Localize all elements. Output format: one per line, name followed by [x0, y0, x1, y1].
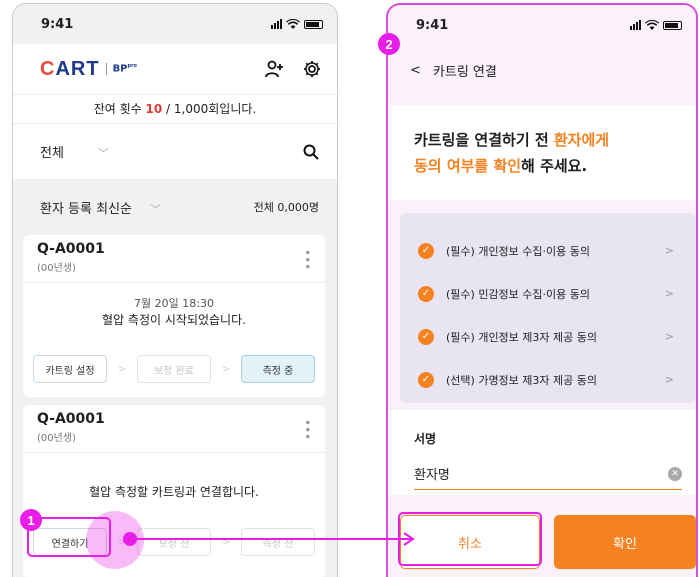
step-badge-1: 1 [20, 509, 42, 531]
step-badge-2: 2 [378, 33, 400, 55]
flow-arrow [123, 532, 415, 546]
